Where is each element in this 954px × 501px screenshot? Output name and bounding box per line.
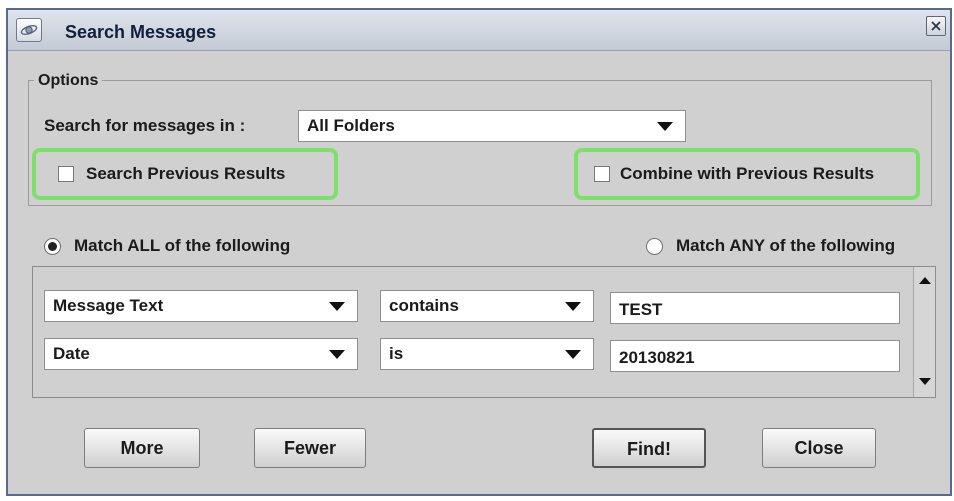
combine-previous-checkbox[interactable]	[594, 166, 610, 182]
folder-select[interactable]: All Folders	[298, 110, 686, 142]
criteria-value-input[interactable]: TEST	[610, 292, 900, 324]
match-all-label[interactable]: Match ALL of the following	[74, 236, 290, 256]
match-any-label[interactable]: Match ANY of the following	[676, 236, 895, 256]
combine-previous-label[interactable]: Combine with Previous Results	[620, 164, 874, 184]
search-previous-checkbox[interactable]	[58, 166, 74, 182]
criteria-field-select[interactable]: Date	[44, 338, 358, 370]
app-icon	[16, 18, 42, 42]
criteria-panel	[32, 266, 936, 398]
chevron-down-icon	[565, 350, 581, 359]
criteria-field-select[interactable]: Message Text	[44, 290, 358, 322]
chevron-down-icon	[329, 302, 345, 311]
close-window-button[interactable]	[926, 16, 946, 36]
title-bar[interactable]: Search Messages	[8, 10, 950, 51]
find-button[interactable]: Find!	[592, 428, 706, 468]
chevron-down-icon	[565, 302, 581, 311]
folder-select-value: All Folders	[307, 116, 395, 135]
criteria-field-value: Message Text	[53, 296, 164, 315]
criteria-operator-value: is	[389, 344, 404, 363]
criteria-scrollbar[interactable]	[913, 267, 935, 397]
chevron-down-icon	[657, 122, 673, 131]
close-icon	[931, 21, 941, 31]
more-button[interactable]: More	[84, 428, 200, 468]
radio-selected-dot	[48, 242, 57, 251]
criteria-operator-value: contains	[389, 296, 459, 315]
scroll-down-arrow-icon[interactable]	[919, 378, 931, 385]
fewer-button[interactable]: Fewer	[254, 428, 366, 468]
window-title: Search Messages	[65, 22, 217, 42]
search-previous-label[interactable]: Search Previous Results	[86, 164, 285, 184]
scroll-up-arrow-icon[interactable]	[919, 277, 931, 284]
match-any-radio[interactable]	[646, 238, 663, 255]
criteria-field-value: Date	[53, 344, 90, 363]
match-all-radio[interactable]	[44, 238, 61, 255]
criteria-operator-select[interactable]: contains	[380, 290, 594, 322]
criteria-value-input[interactable]: 20130821	[610, 340, 900, 372]
criteria-value-text: TEST	[619, 300, 663, 319]
options-legend: Options	[34, 72, 103, 90]
criteria-value-text: 20130821	[619, 348, 695, 367]
close-button[interactable]: Close	[762, 428, 876, 468]
criteria-operator-select[interactable]: is	[380, 338, 594, 370]
chevron-down-icon	[329, 350, 345, 359]
search-in-label: Search for messages in :	[44, 116, 246, 135]
